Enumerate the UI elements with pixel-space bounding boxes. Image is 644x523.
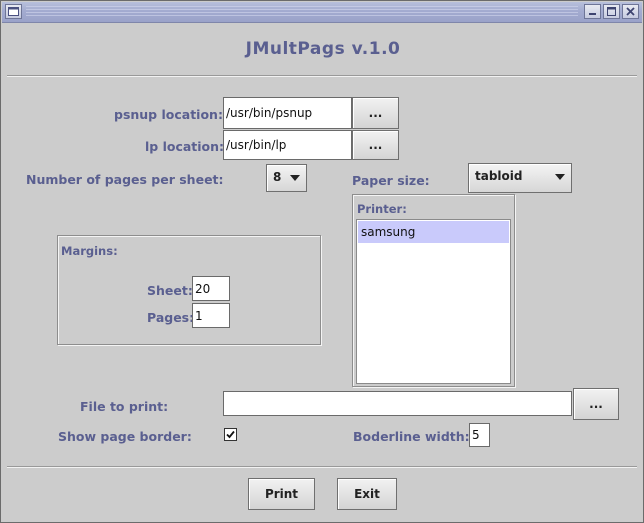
header-separator [7,75,637,77]
pages-per-sheet-select[interactable]: 8 [266,164,307,192]
borderline-width-label: Boderline width: [353,429,470,444]
title-bar[interactable] [2,2,642,23]
minimize-icon [589,13,596,15]
pages-margin-label: Pages: [147,310,195,325]
print-button[interactable]: Print [248,478,315,510]
app-title: JMultPags v.1.0 [245,39,401,59]
psnup-browse-button[interactable]: ... [352,97,399,129]
psnup-location-label: psnup location: [114,107,223,122]
lp-browse-button[interactable]: ... [352,130,399,160]
pages-margin-field[interactable] [192,303,230,328]
checkmark-icon [226,430,235,439]
app-window: JMultPags v.1.0 psnup location: ... lp l… [0,0,644,523]
sheet-margin-label: Sheet: [147,283,193,298]
close-button[interactable] [622,4,639,19]
file-to-print-label: File to print: [80,399,169,414]
lp-location-field[interactable] [223,130,352,160]
maximize-button[interactable] [603,4,620,19]
minimize-button[interactable] [584,4,601,19]
printer-panel: Printer: samsung [352,194,515,387]
footer-separator [7,466,637,468]
chevron-down-icon [290,175,300,181]
sheet-margin-field[interactable] [192,276,230,301]
show-page-border-checkbox[interactable] [224,428,237,441]
psnup-location-field[interactable] [223,97,352,129]
pages-per-sheet-value: 8 [273,170,282,184]
exit-button[interactable]: Exit [337,478,397,510]
paper-size-select[interactable]: tabloid [468,163,572,193]
printer-list[interactable]: samsung [356,219,511,384]
pages-per-sheet-label: Number of pages per sheet: [26,172,224,187]
window-menu-button[interactable] [5,4,22,19]
chevron-down-icon [555,174,565,180]
margins-label: Margins: [61,244,118,258]
printer-list-item-samsung[interactable]: samsung [358,221,509,243]
close-icon [626,7,635,16]
margins-panel: Margins: Sheet: Pages: [57,235,321,345]
file-browse-button[interactable]: ... [573,388,619,420]
paper-size-label: Paper size: [352,173,430,188]
printer-label: Printer: [357,202,407,216]
show-page-border-label: Show page border: [58,429,192,444]
file-to-print-field[interactable] [223,391,572,416]
lp-location-label: lp location: [145,139,225,154]
paper-size-value: tabloid [475,169,523,183]
title-bar-grip [26,6,578,18]
borderline-width-field[interactable] [469,423,490,447]
window-menu-icon [8,7,19,16]
maximize-icon [607,7,616,16]
